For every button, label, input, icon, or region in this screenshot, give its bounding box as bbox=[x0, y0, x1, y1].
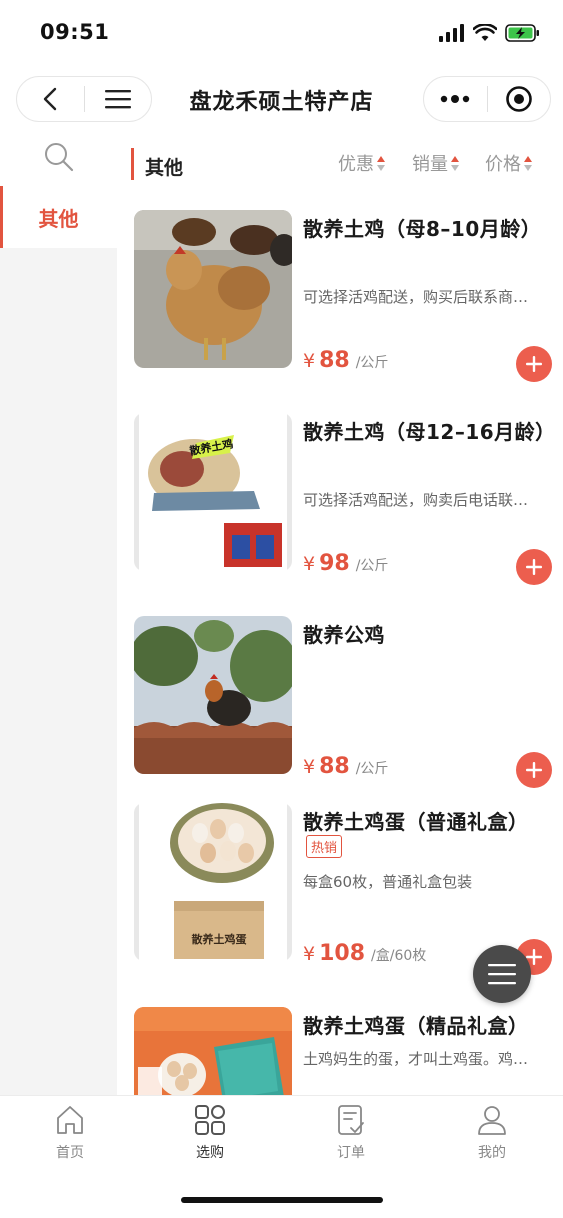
category-sidebar: 其他 bbox=[0, 128, 117, 1095]
more-dots-icon bbox=[441, 95, 470, 103]
hamburger-icon bbox=[488, 964, 516, 985]
product-item[interactable]: 散养公鸡 ¥ 88 /公斤 bbox=[117, 596, 563, 788]
product-name: 散养公鸡 bbox=[303, 623, 385, 647]
product-price: ¥ 98 /公斤 bbox=[303, 551, 388, 576]
category-title-bar bbox=[131, 148, 134, 180]
category-title: 其他 bbox=[145, 157, 184, 179]
sort-sales[interactable]: 销量 bbox=[412, 150, 459, 176]
product-name: 散养土鸡（母12–16月龄） bbox=[303, 420, 556, 444]
nav-capsule-left bbox=[16, 76, 152, 122]
product-name: 散养土鸡蛋（精品礼盒） bbox=[303, 1014, 529, 1038]
product-price: ¥ 108 /盒/60枚 bbox=[303, 941, 426, 966]
product-description: 可选择活鸡配送，购买后联系商… bbox=[303, 288, 529, 306]
sort-label: 价格 bbox=[485, 154, 521, 175]
product-image[interactable] bbox=[134, 210, 292, 368]
product-image[interactable] bbox=[134, 1007, 292, 1095]
sort-arrows-icon bbox=[451, 155, 459, 171]
home-indicator bbox=[181, 1197, 383, 1203]
nav-bar: 盘龙禾硕土特产店 bbox=[0, 70, 563, 128]
status-bar: 09:51 bbox=[0, 0, 563, 68]
hot-sale-badge: 热销 bbox=[306, 835, 343, 858]
status-icons bbox=[439, 24, 541, 42]
price-unit: /盒/60枚 bbox=[371, 948, 427, 964]
tab-label: 订单 bbox=[337, 1145, 365, 1161]
home-icon bbox=[57, 1106, 83, 1134]
price-currency: ¥ bbox=[303, 756, 316, 778]
sort-arrows-icon bbox=[524, 155, 532, 171]
close-miniprogram-button[interactable] bbox=[488, 76, 551, 122]
price-amount: 88 bbox=[319, 348, 350, 373]
dressed-chicken-giftbox-photo: 散养土鸡 bbox=[134, 413, 292, 571]
search-icon bbox=[44, 143, 73, 172]
page-title: 盘龙禾硕土特产店 bbox=[189, 90, 374, 115]
tab-profile[interactable]: 我的 bbox=[422, 1104, 562, 1168]
target-close-icon bbox=[505, 86, 532, 112]
tab-label: 我的 bbox=[478, 1145, 506, 1161]
product-image[interactable]: 散养土鸡 bbox=[134, 413, 292, 571]
price-amount: 108 bbox=[319, 941, 366, 966]
search-button[interactable] bbox=[0, 128, 117, 186]
plus-icon bbox=[526, 559, 542, 575]
price-amount: 98 bbox=[319, 551, 350, 576]
price-amount: 88 bbox=[319, 754, 350, 779]
tab-shop[interactable]: 选购 bbox=[140, 1104, 280, 1168]
active-indicator bbox=[0, 186, 3, 248]
nav-capsule-right bbox=[423, 76, 551, 122]
price-unit: /公斤 bbox=[355, 761, 389, 777]
product-price: ¥ 88 /公斤 bbox=[303, 348, 388, 373]
image-caption: 散养土鸡蛋 bbox=[192, 932, 248, 946]
sort-arrows-icon bbox=[377, 155, 385, 171]
status-time: 09:51 bbox=[40, 20, 110, 44]
back-button[interactable] bbox=[17, 76, 84, 122]
add-to-cart-button[interactable] bbox=[516, 549, 552, 585]
rooster-on-roof-photo bbox=[134, 616, 292, 774]
battery-charging-icon bbox=[505, 24, 539, 42]
filter-header: 其他 优惠 销量 价格 bbox=[117, 134, 563, 190]
tab-orders[interactable]: 订单 bbox=[281, 1104, 421, 1168]
product-item[interactable]: 散养土鸡 散养土鸡（母12–16月龄） 可选择活鸡配送，购卖后电话联… ¥ 98… bbox=[117, 393, 563, 585]
add-to-cart-button[interactable] bbox=[516, 346, 552, 382]
tab-label: 首页 bbox=[56, 1145, 84, 1161]
sidebar-item-other[interactable]: 其他 bbox=[0, 186, 117, 248]
price-currency: ¥ bbox=[303, 943, 316, 965]
hen-photo bbox=[134, 210, 292, 368]
price-unit: /公斤 bbox=[355, 355, 389, 371]
price-currency: ¥ bbox=[303, 553, 316, 575]
product-description: 每盒60枚，普通礼盒包装 bbox=[303, 873, 473, 891]
product-image[interactable] bbox=[134, 616, 292, 774]
product-description: 可选择活鸡配送，购卖后电话联… bbox=[303, 491, 529, 509]
product-price: ¥ 88 /公斤 bbox=[303, 754, 388, 779]
user-icon bbox=[478, 1106, 506, 1135]
plus-icon bbox=[526, 356, 542, 372]
price-currency: ¥ bbox=[303, 350, 316, 372]
premium-egg-giftbox-photo bbox=[134, 1007, 292, 1095]
eggs-basket-box-photo: 散养土鸡蛋 bbox=[134, 803, 292, 961]
order-icon bbox=[338, 1105, 364, 1135]
sidebar-item-label: 其他 bbox=[38, 206, 79, 231]
sort-discount[interactable]: 优惠 bbox=[338, 150, 385, 176]
sort-price[interactable]: 价格 bbox=[485, 150, 532, 176]
grid-icon bbox=[195, 1105, 225, 1135]
product-item[interactable]: 散养土鸡（母8–10月龄） 可选择活鸡配送，购买后联系商… ¥ 88 /公斤 bbox=[117, 190, 563, 382]
hamburger-icon bbox=[104, 90, 131, 109]
price-unit: /公斤 bbox=[355, 558, 389, 574]
sort-label: 销量 bbox=[412, 154, 448, 175]
tab-label: 选购 bbox=[196, 1145, 224, 1161]
plus-icon bbox=[526, 762, 542, 778]
signal-icon bbox=[439, 24, 464, 42]
wifi-icon bbox=[473, 24, 497, 41]
menu-button[interactable] bbox=[85, 76, 152, 122]
product-item[interactable]: 散养土鸡蛋（精品礼盒） 土鸡妈生的蛋，才叫土鸡蛋。鸡… bbox=[117, 987, 563, 1095]
back-icon bbox=[44, 87, 57, 111]
floating-menu-button[interactable] bbox=[473, 945, 531, 1003]
product-description: 土鸡妈生的蛋，才叫土鸡蛋。鸡… bbox=[303, 1050, 529, 1068]
product-image[interactable]: 散养土鸡蛋 bbox=[134, 803, 292, 961]
product-name: 散养土鸡（母8–10月龄） bbox=[303, 217, 542, 241]
product-name: 散养土鸡蛋（普通礼盒） bbox=[303, 810, 529, 834]
sort-label: 优惠 bbox=[338, 154, 374, 175]
tab-home[interactable]: 首页 bbox=[0, 1104, 140, 1168]
more-button[interactable] bbox=[424, 76, 487, 122]
